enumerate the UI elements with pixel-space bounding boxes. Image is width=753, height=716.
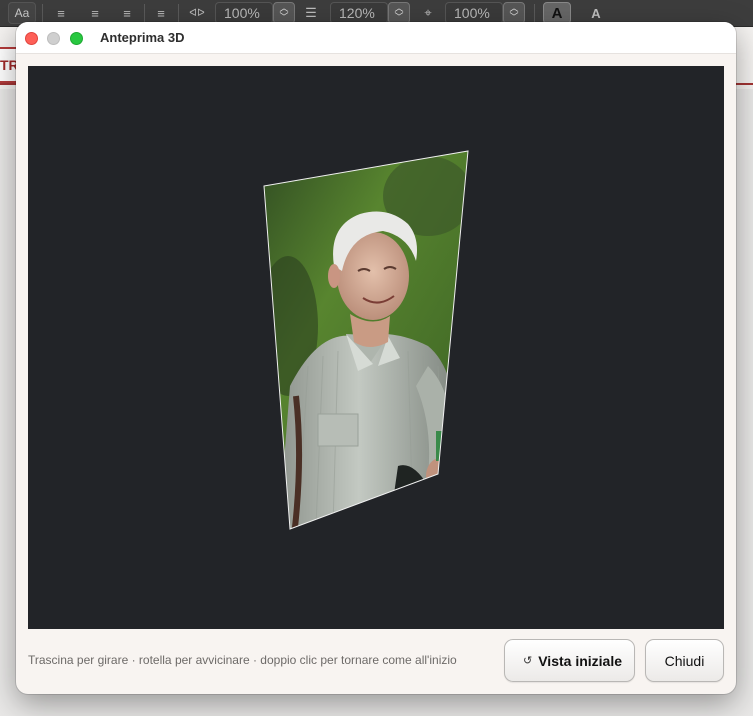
- toolbar-separator: [178, 4, 179, 22]
- reset-view-label: Vista iniziale: [538, 652, 622, 669]
- 3d-viewport[interactable]: [28, 66, 724, 629]
- toolbar-separator: [144, 4, 145, 22]
- close-button[interactable]: Chiudi: [645, 639, 724, 682]
- align-center-icon[interactable]: ≡: [84, 3, 106, 23]
- scale-field[interactable]: 100%: [445, 2, 503, 24]
- zoom-window-button[interactable]: [70, 32, 83, 45]
- preview-3d-dialog: Anteprima 3D Trascina per girare · rotel…: [16, 22, 736, 694]
- tracking-field[interactable]: 100%: [215, 2, 273, 24]
- instructions-hint: Trascina per girare · rotella per avvici…: [28, 653, 457, 667]
- close-window-button[interactable]: [25, 32, 38, 45]
- toolbar-separator: [534, 4, 535, 22]
- align-justify-icon[interactable]: ≡: [150, 3, 172, 23]
- line-spacing-icon: ☰: [305, 5, 317, 20]
- reset-view-button[interactable]: ↺ Vista iniziale: [504, 639, 635, 682]
- title-bar: Anteprima 3D: [16, 22, 736, 54]
- align-left-icon[interactable]: ≡: [50, 3, 72, 23]
- scale-stepper[interactable]: ︿ ﹀: [503, 2, 525, 24]
- tracking-icon: ᐊᐅ: [189, 7, 205, 19]
- line-spacing-field[interactable]: 120%: [330, 2, 388, 24]
- photo-panel: [264, 151, 468, 529]
- scale-icon: ⌖: [424, 5, 432, 20]
- text-color-button[interactable]: A: [543, 2, 571, 24]
- font-button[interactable]: Aa: [8, 2, 36, 24]
- align-right-icon[interactable]: ≡: [116, 3, 138, 23]
- toolbar-separator: [42, 4, 43, 22]
- minimize-window-button[interactable]: [47, 32, 60, 45]
- tracking-stepper[interactable]: ︿ ﹀: [273, 2, 295, 24]
- rotate-icon: ↺: [523, 655, 533, 667]
- text-outline-button[interactable]: A: [585, 3, 607, 23]
- 3d-scene: [263, 150, 469, 530]
- line-spacing-stepper[interactable]: ︿ ﹀: [388, 2, 410, 24]
- dialog-title: Anteprima 3D: [100, 30, 185, 45]
